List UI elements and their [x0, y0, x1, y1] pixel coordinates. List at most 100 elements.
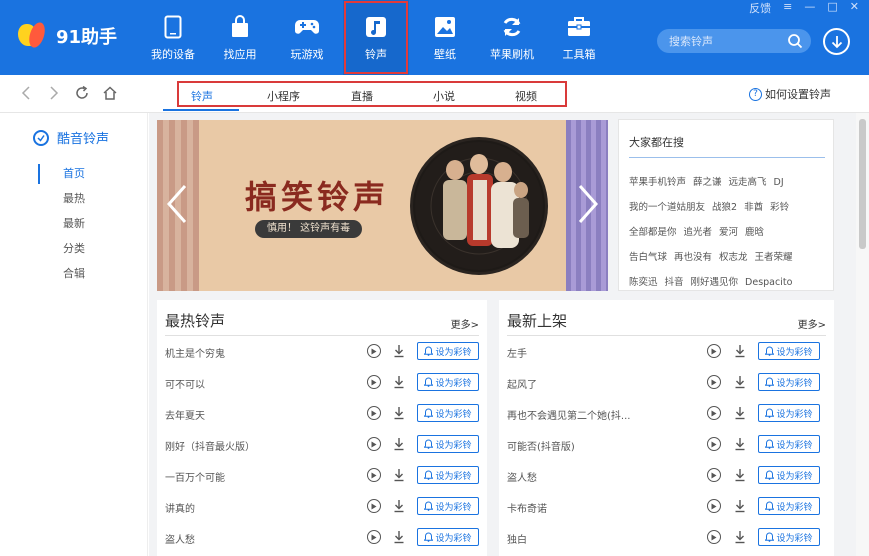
- song-row[interactable]: 讲真的 设为彩铃: [165, 491, 479, 522]
- play-icon[interactable]: [367, 530, 381, 544]
- tab-mini-programs[interactable]: 小程序: [267, 88, 300, 104]
- set-ringback-button[interactable]: 设为彩铃: [758, 466, 820, 484]
- feedback-button[interactable]: 反馈: [749, 0, 771, 16]
- play-icon[interactable]: [707, 499, 721, 513]
- set-ringback-button[interactable]: 设为彩铃: [758, 528, 820, 546]
- set-ringback-button[interactable]: 设为彩铃: [758, 497, 820, 515]
- sidebar-item-home[interactable]: 首页: [38, 161, 85, 186]
- song-title[interactable]: 刚好（抖音最火版）: [165, 438, 255, 453]
- song-row[interactable]: 可能否(抖音版) 设为彩铃: [507, 429, 826, 460]
- play-icon[interactable]: [707, 437, 721, 451]
- keyword-link[interactable]: 刚好遇见你: [691, 277, 739, 288]
- song-row[interactable]: 左手 设为彩铃: [507, 336, 826, 367]
- play-icon[interactable]: [367, 437, 381, 451]
- nav-play-games[interactable]: 玩游戏: [274, 0, 340, 75]
- keyword-link[interactable]: 再也没有: [674, 252, 712, 263]
- download-icon[interactable]: [393, 498, 405, 514]
- keyword-link[interactable]: 我的一个道姑朋友: [629, 202, 705, 213]
- keyword-link[interactable]: 远走高飞: [729, 177, 767, 188]
- tab-live[interactable]: 直播: [351, 88, 373, 104]
- keyword-link[interactable]: 陈奕迅: [629, 277, 658, 288]
- keyword-link[interactable]: 告白气球: [629, 252, 667, 263]
- home-icon[interactable]: [102, 85, 118, 101]
- keyword-link[interactable]: DJ: [774, 177, 784, 188]
- close-icon[interactable]: ✕: [850, 0, 859, 16]
- download-icon[interactable]: [734, 405, 746, 421]
- song-row[interactable]: 盗人愁 设为彩铃: [507, 460, 826, 491]
- set-ringback-button[interactable]: 设为彩铃: [417, 497, 479, 515]
- tab-videos[interactable]: 视频: [515, 88, 537, 104]
- song-row[interactable]: 刚好（抖音最火版） 设为彩铃: [165, 429, 479, 460]
- song-row[interactable]: 盗人愁 设为彩铃: [165, 522, 479, 553]
- search-icon[interactable]: [787, 33, 803, 53]
- song-title[interactable]: 盗人愁: [165, 531, 195, 546]
- search-input[interactable]: [669, 34, 781, 48]
- set-ringback-button[interactable]: 设为彩铃: [758, 373, 820, 391]
- scrollbar[interactable]: [856, 113, 869, 556]
- play-icon[interactable]: [707, 468, 721, 482]
- nav-find-app[interactable]: 找应用: [207, 0, 273, 75]
- keyword-link[interactable]: 战狼2: [712, 202, 737, 213]
- tab-ringtones[interactable]: 铃声: [191, 88, 213, 104]
- download-icon[interactable]: [393, 374, 405, 390]
- more-link[interactable]: 更多>: [798, 316, 826, 331]
- song-title[interactable]: 去年夏天: [165, 407, 205, 422]
- song-title[interactable]: 卡布奇诺: [507, 500, 547, 515]
- song-row[interactable]: 再也不会遇见第二个她(抖... 设为彩铃: [507, 398, 826, 429]
- nav-my-device[interactable]: 我的设备: [140, 0, 206, 75]
- play-icon[interactable]: [367, 406, 381, 420]
- download-icon[interactable]: [393, 343, 405, 359]
- play-icon[interactable]: [707, 530, 721, 544]
- song-title[interactable]: 再也不会遇见第二个她(抖...: [507, 407, 630, 422]
- sidebar-item-newest[interactable]: 最新: [38, 211, 85, 236]
- menu-icon[interactable]: ≡: [783, 0, 792, 16]
- keyword-link[interactable]: 非酋: [744, 202, 763, 213]
- tab-novels[interactable]: 小说: [433, 88, 455, 104]
- set-ringback-button[interactable]: 设为彩铃: [417, 373, 479, 391]
- song-title[interactable]: 机主是个穷鬼: [165, 345, 225, 360]
- song-title[interactable]: 一百万个可能: [165, 469, 225, 484]
- play-icon[interactable]: [367, 468, 381, 482]
- reload-icon[interactable]: [74, 85, 90, 101]
- set-ringback-button[interactable]: 设为彩铃: [417, 342, 479, 360]
- song-row[interactable]: 一百万个可能 设为彩铃: [165, 460, 479, 491]
- download-icon[interactable]: [734, 498, 746, 514]
- keyword-link[interactable]: Despacito: [745, 277, 792, 288]
- download-icon[interactable]: [734, 436, 746, 452]
- download-icon[interactable]: [393, 405, 405, 421]
- set-ringback-button[interactable]: 设为彩铃: [417, 404, 479, 422]
- download-icon[interactable]: [393, 467, 405, 483]
- keyword-link[interactable]: 追光者: [684, 227, 713, 238]
- keyword-link[interactable]: 鹿晗: [745, 227, 764, 238]
- play-icon[interactable]: [367, 375, 381, 389]
- song-title[interactable]: 左手: [507, 345, 527, 360]
- keyword-link[interactable]: 全部都是你: [629, 227, 677, 238]
- keyword-link[interactable]: 爱河: [719, 227, 738, 238]
- song-title[interactable]: 讲真的: [165, 500, 195, 515]
- nav-ringtones[interactable]: 铃声: [343, 0, 409, 75]
- more-link[interactable]: 更多>: [451, 316, 479, 331]
- how-to-set-ringtone-link[interactable]: ? 如何设置铃声: [749, 86, 831, 102]
- back-icon[interactable]: [18, 85, 34, 101]
- set-ringback-button[interactable]: 设为彩铃: [417, 435, 479, 453]
- song-title[interactable]: 可不可以: [165, 376, 205, 391]
- set-ringback-button[interactable]: 设为彩铃: [758, 404, 820, 422]
- download-icon[interactable]: [734, 467, 746, 483]
- song-title[interactable]: 独白: [507, 531, 527, 546]
- app-logo[interactable]: 91助手: [18, 20, 117, 50]
- keyword-link[interactable]: 王者荣耀: [755, 252, 793, 263]
- keyword-link[interactable]: 权志龙: [719, 252, 748, 263]
- chevron-left-icon[interactable]: [163, 182, 193, 226]
- keyword-link[interactable]: 抖音: [665, 277, 684, 288]
- scrollbar-thumb[interactable]: [859, 119, 866, 249]
- set-ringback-button[interactable]: 设为彩铃: [758, 342, 820, 360]
- song-row[interactable]: 卡布奇诺 设为彩铃: [507, 491, 826, 522]
- set-ringback-button[interactable]: 设为彩铃: [417, 528, 479, 546]
- keyword-link[interactable]: 薛之谦: [693, 177, 722, 188]
- song-row[interactable]: 去年夏天 设为彩铃: [165, 398, 479, 429]
- nav-apple-flash[interactable]: 苹果刷机: [479, 0, 545, 75]
- download-manager-button[interactable]: [823, 28, 850, 55]
- minimize-icon[interactable]: —: [804, 0, 815, 16]
- sidebar-item-collections[interactable]: 合辑: [38, 261, 85, 286]
- maximize-icon[interactable]: □: [827, 0, 837, 16]
